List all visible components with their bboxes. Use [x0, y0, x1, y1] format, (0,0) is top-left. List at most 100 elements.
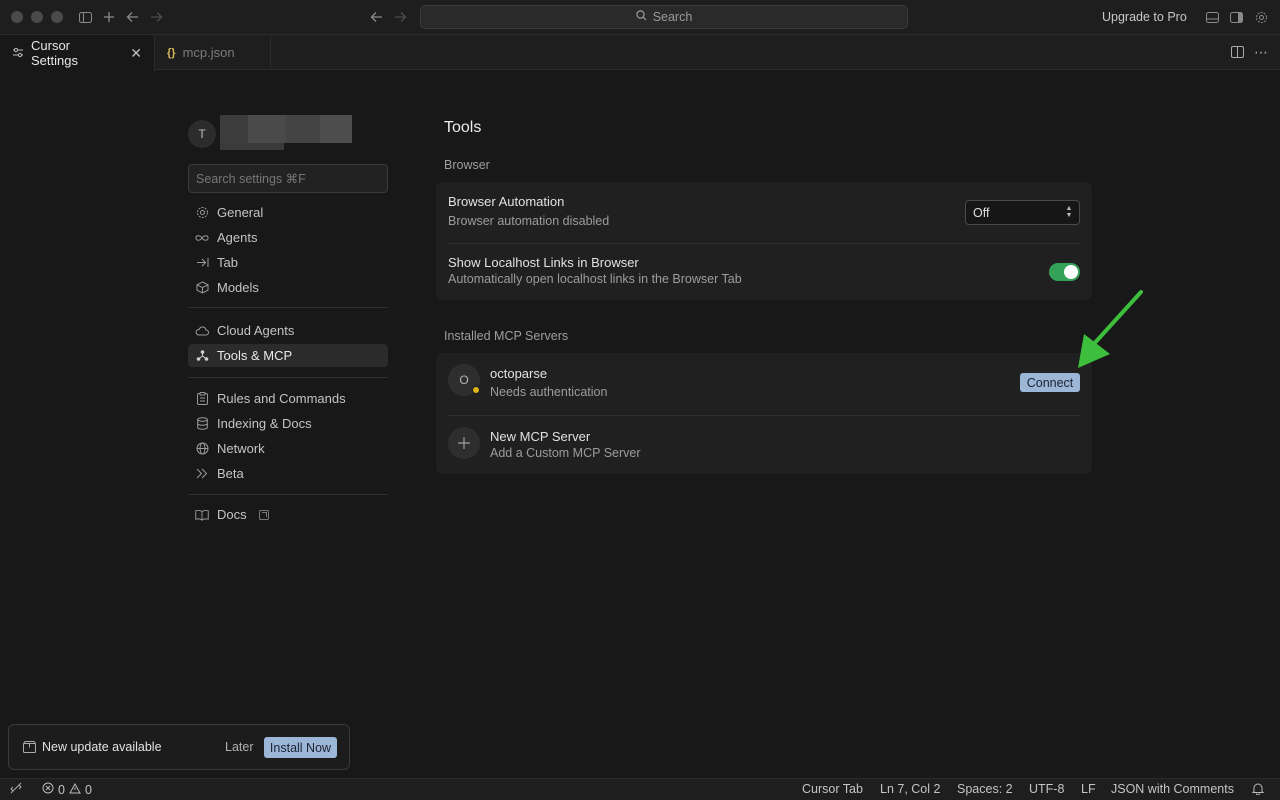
- install-now-button[interactable]: Install Now: [264, 737, 337, 758]
- status-warning-dot: [472, 386, 480, 394]
- localhost-links-title: Show Localhost Links in Browser: [448, 255, 639, 270]
- connect-button[interactable]: Connect: [1020, 373, 1080, 392]
- sidebar-item-label: Agents: [217, 230, 258, 245]
- browser-automation-select[interactable]: Off ▲ ▼: [965, 200, 1080, 225]
- sidebar-item-cloud-agents[interactable]: Cloud Agents: [188, 319, 388, 342]
- error-icon: [42, 782, 54, 797]
- error-count: 0: [58, 782, 65, 797]
- forward-arrow-icon[interactable]: [148, 9, 164, 25]
- window-minimize-button[interactable]: [31, 11, 43, 23]
- browser-section-label: Browser: [444, 158, 490, 172]
- bell-icon[interactable]: [1252, 782, 1264, 795]
- browser-automation-subtitle: Browser automation disabled: [448, 214, 610, 228]
- toggle-secondary-sidebar-icon[interactable]: [1228, 9, 1244, 25]
- tab-cursor-settings[interactable]: Cursor Settings ✕: [0, 35, 155, 71]
- settings-search-input[interactable]: Search settings ⌘F: [188, 164, 388, 193]
- cloud-icon: [195, 324, 209, 338]
- package-icon: [23, 741, 36, 753]
- new-mcp-server-subtitle: Add a Custom MCP Server: [490, 446, 641, 460]
- sidebar-item-label: Models: [217, 280, 259, 295]
- split-editor-icon[interactable]: [1229, 44, 1245, 60]
- mcp-servers-card: O octoparse Needs authentication Connect…: [436, 353, 1092, 474]
- external-link-icon: [258, 509, 269, 520]
- remote-icon[interactable]: [10, 782, 22, 794]
- sidebar-divider: [188, 494, 388, 495]
- localhost-links-toggle[interactable]: [1049, 263, 1080, 281]
- sidebar-item-label: Docs: [217, 507, 247, 522]
- tab-mcp-json[interactable]: {} mcp.json: [155, 35, 271, 70]
- update-notification: New update available Later Install Now: [8, 724, 350, 770]
- localhost-links-subtitle: Automatically open localhost links in th…: [448, 272, 742, 286]
- status-bar: 0 0 Cursor Tab Ln 7, Col 2 Spaces: 2 UTF…: [0, 778, 1280, 800]
- encoding-status[interactable]: UTF-8: [1029, 782, 1064, 796]
- sidebar-item-tab[interactable]: Tab: [188, 251, 388, 274]
- close-icon[interactable]: ✕: [130, 45, 142, 62]
- back-arrow-icon[interactable]: [124, 9, 140, 25]
- browser-automation-title: Browser Automation: [448, 194, 565, 209]
- sidebar-divider: [188, 377, 388, 378]
- sidebar-item-network[interactable]: Network: [188, 437, 388, 460]
- more-actions-icon[interactable]: ⋯: [1253, 44, 1269, 60]
- network-nodes-icon: [195, 349, 209, 363]
- sidebar-item-agents[interactable]: Agents: [188, 226, 388, 249]
- cursor-tab-status[interactable]: Cursor Tab: [802, 782, 863, 796]
- window-close-button[interactable]: [11, 11, 23, 23]
- sidebar-item-label: General: [217, 205, 264, 220]
- nav-forward-icon[interactable]: [392, 9, 408, 25]
- search-placeholder: Search: [652, 10, 693, 24]
- row-divider: [448, 243, 1080, 244]
- update-message: New update available: [42, 740, 162, 754]
- later-button[interactable]: Later: [225, 740, 254, 754]
- mcp-section-label: Installed MCP Servers: [444, 329, 569, 343]
- sidebar-item-label: Rules and Commands: [217, 391, 346, 406]
- sidebar-divider: [188, 307, 388, 308]
- new-mcp-server-title: New MCP Server: [490, 429, 591, 444]
- upgrade-to-pro-link[interactable]: Upgrade to Pro: [1102, 10, 1187, 24]
- sidebar-item-docs[interactable]: Docs: [188, 503, 388, 526]
- new-tab-icon[interactable]: [101, 9, 117, 25]
- indentation-status[interactable]: Spaces: 2: [957, 782, 1013, 796]
- toggle-panel-icon[interactable]: [1204, 9, 1220, 25]
- server-avatar: O: [448, 364, 480, 396]
- sidebar-item-beta[interactable]: Beta: [188, 462, 388, 485]
- sidebar-item-label: Network: [217, 441, 265, 456]
- globe-icon: [195, 442, 209, 456]
- double-chevron-icon: [195, 467, 209, 481]
- book-icon: [195, 508, 209, 522]
- sidebar-item-general[interactable]: General: [188, 201, 388, 224]
- clipboard-icon: [195, 392, 209, 406]
- server-avatar-initial: O: [459, 373, 469, 387]
- sidebar-item-tools-mcp[interactable]: Tools & MCP: [188, 344, 388, 367]
- nav-back-icon[interactable]: [368, 9, 384, 25]
- eol-status[interactable]: LF: [1081, 782, 1096, 796]
- settings-gear-icon[interactable]: [1253, 9, 1269, 25]
- sidebar-item-label: Tools & MCP: [217, 348, 293, 363]
- infinity-icon: [195, 231, 209, 245]
- tab-label: Cursor Settings: [31, 38, 78, 68]
- command-search-bar[interactable]: Search: [420, 5, 908, 29]
- gear-icon: [195, 206, 209, 220]
- sidebar-item-label: Beta: [217, 466, 244, 481]
- select-value: Off: [973, 205, 990, 220]
- editor-tab-bar: Cursor Settings ✕ {} mcp.json ⋯: [0, 35, 1280, 71]
- arrow-to-line-icon: [195, 256, 209, 270]
- language-mode[interactable]: JSON with Comments: [1111, 782, 1234, 796]
- sidebar-item-label: Tab: [217, 255, 238, 270]
- sidebar-item-rules-and-commands[interactable]: Rules and Commands: [188, 387, 388, 410]
- sidebar-toggle-icon[interactable]: [77, 9, 93, 25]
- sidebar-item-label: Cloud Agents: [217, 323, 295, 338]
- plus-icon: [448, 427, 480, 459]
- title-bar: Search Upgrade to Pro: [0, 0, 1280, 35]
- sidebar-item-label: Indexing & Docs: [217, 416, 312, 431]
- cursor-position[interactable]: Ln 7, Col 2: [880, 782, 940, 796]
- user-avatar: T: [188, 120, 216, 148]
- problems-indicator[interactable]: 0 0: [42, 782, 92, 797]
- redacted-user-name: [220, 115, 352, 143]
- search-icon: [635, 10, 647, 24]
- browser-settings-card: Browser Automation Browser automation di…: [436, 182, 1092, 300]
- window-zoom-button[interactable]: [51, 11, 63, 23]
- chevron-up-down-icon: ▲ ▼: [1065, 205, 1073, 219]
- sidebar-item-indexing-docs[interactable]: Indexing & Docs: [188, 412, 388, 435]
- sidebar-item-models[interactable]: Models: [188, 276, 388, 299]
- page-title: Tools: [444, 119, 482, 136]
